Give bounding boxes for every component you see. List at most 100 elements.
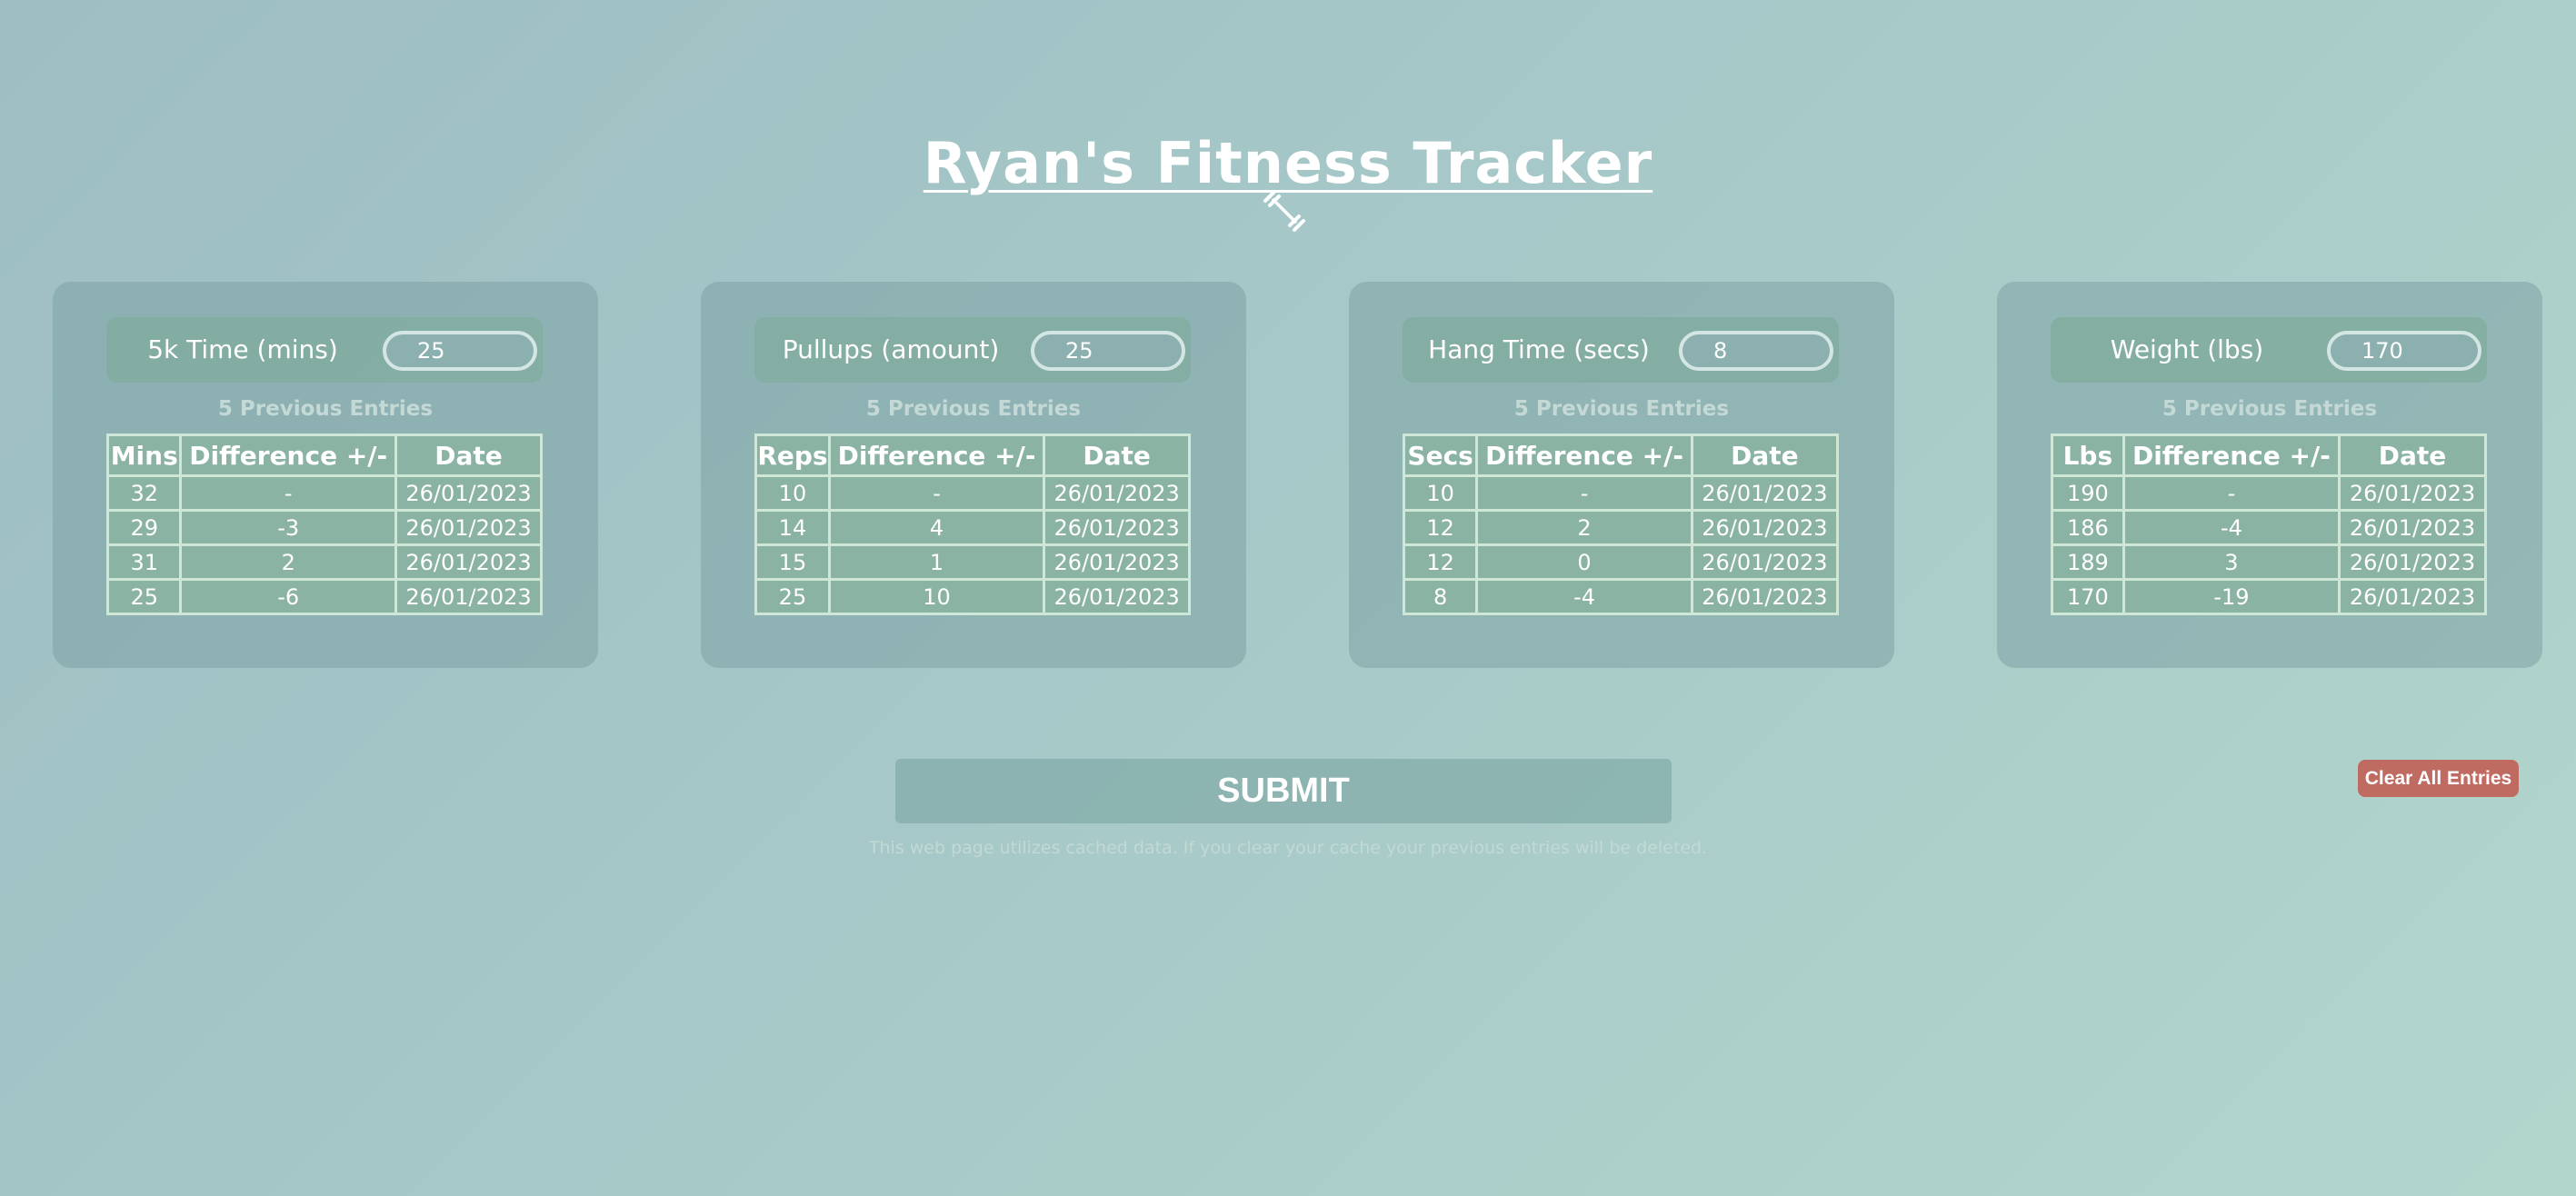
table-cell: 4 (827, 509, 1046, 546)
table-cell: 3 (2122, 543, 2341, 581)
table-row: 29 -3 26/01/2023 (105, 509, 544, 546)
table-cell: 8 (1402, 578, 1479, 615)
table-row: 15 1 26/01/2023 (754, 543, 1191, 581)
table-cell: 12 (1402, 509, 1479, 546)
table-cell: 15 (754, 543, 831, 581)
page-title: Ryan's Fitness Tracker (923, 129, 1653, 196)
table-cell: 32 (105, 474, 183, 512)
table-cell: 26/01/2023 (394, 509, 544, 546)
table-row: 32 - 26/01/2023 (105, 474, 544, 512)
table-cell: 26/01/2023 (1043, 578, 1191, 615)
table-cell: 26/01/2023 (1690, 509, 1840, 546)
table-cell: 26/01/2023 (2338, 474, 2487, 512)
table-cell: 14 (754, 509, 831, 546)
table-row: 189 3 26/01/2023 (2051, 543, 2487, 581)
table-cell: 29 (105, 509, 183, 546)
column-header: Lbs (2051, 434, 2125, 477)
input-row: Hang Time (secs) (1403, 317, 1839, 383)
table-cell: 186 (2051, 509, 2125, 546)
table-cell: 26/01/2023 (1043, 474, 1191, 512)
column-header: Difference +/- (827, 434, 1046, 477)
column-header: Mins (105, 434, 183, 477)
table-cell: -4 (2122, 509, 2341, 546)
table-cell: 190 (2051, 474, 2125, 512)
table-cell: 10 (754, 474, 831, 512)
table-cell: 26/01/2023 (1690, 578, 1840, 615)
input-row: Weight (lbs) (2051, 317, 2487, 383)
column-header: Date (2338, 434, 2487, 477)
table-cell: 26/01/2023 (394, 578, 544, 615)
card-pullups: Pullups (amount) 5 Previous Entries Reps… (701, 282, 1246, 668)
table-cell: -4 (1475, 578, 1693, 615)
input-label: Pullups (amount) (782, 334, 1000, 364)
table-row: 25 -6 26/01/2023 (105, 578, 544, 615)
column-header: Secs (1402, 434, 1479, 477)
table-cell: 0 (1475, 543, 1693, 581)
column-header: Date (1690, 434, 1840, 477)
table-cell: 1 (827, 543, 1046, 581)
dumbbell-icon (1263, 190, 1305, 232)
table-row: 12 2 26/01/2023 (1402, 509, 1840, 546)
input-label: Hang Time (secs) (1428, 334, 1650, 364)
table-cell: 170 (2051, 578, 2125, 615)
pullups-input[interactable] (1031, 331, 1185, 371)
table-cell: 2 (179, 543, 397, 581)
table-header-row: Secs Difference +/- Date (1402, 434, 1840, 477)
table-cell: - (827, 474, 1046, 512)
table-cell: 26/01/2023 (1043, 543, 1191, 581)
column-header: Date (1043, 434, 1191, 477)
table-row: 31 2 26/01/2023 (105, 543, 544, 581)
table-cell: 26/01/2023 (2338, 509, 2487, 546)
input-label: Weight (lbs) (2110, 334, 2264, 364)
table-cell: 10 (1402, 474, 1479, 512)
table-row: 14 4 26/01/2023 (754, 509, 1191, 546)
table-cell: - (179, 474, 397, 512)
table-cell: 12 (1402, 543, 1479, 581)
card-5k-time: 5k Time (mins) 5 Previous Entries Mins D… (53, 282, 598, 668)
5k-time-input[interactable] (383, 331, 537, 371)
table-row: 8 -4 26/01/2023 (1402, 578, 1840, 615)
table-cell: 25 (754, 578, 831, 615)
table-cell: 25 (105, 578, 183, 615)
table-cell: 2 (1475, 509, 1693, 546)
table-cell: - (1475, 474, 1693, 512)
card-weight: Weight (lbs) 5 Previous Entries Lbs Diff… (1997, 282, 2542, 668)
table-row: 12 0 26/01/2023 (1402, 543, 1840, 581)
table-row: 190 - 26/01/2023 (2051, 474, 2487, 512)
table-cell: 10 (827, 578, 1046, 615)
table-row: 170 -19 26/01/2023 (2051, 578, 2487, 615)
table-cell: 26/01/2023 (394, 543, 544, 581)
column-header: Difference +/- (2122, 434, 2341, 477)
column-header: Difference +/- (1475, 434, 1693, 477)
table-cell: 26/01/2023 (2338, 578, 2487, 615)
entries-table: Lbs Difference +/- Date 190 - 26/01/2023… (2051, 434, 2487, 615)
table-header-row: Reps Difference +/- Date (754, 434, 1191, 477)
table-cell: 26/01/2023 (1690, 474, 1840, 512)
previous-entries-heading: 5 Previous Entries (2162, 397, 2378, 421)
table-row: 10 - 26/01/2023 (1402, 474, 1840, 512)
input-row: Pullups (amount) (754, 317, 1191, 383)
table-cell: 189 (2051, 543, 2125, 581)
column-header: Reps (754, 434, 831, 477)
submit-button[interactable]: SUBMIT (895, 759, 1672, 823)
table-cell: -6 (179, 578, 397, 615)
previous-entries-heading: 5 Previous Entries (865, 397, 1082, 421)
entries-table: Mins Difference +/- Date 32 - 26/01/2023… (105, 434, 544, 615)
weight-input[interactable] (2327, 331, 2481, 371)
cache-note: This web page utilizes cached data. If y… (868, 838, 1708, 858)
table-cell: 26/01/2023 (1690, 543, 1840, 581)
table-header-row: Mins Difference +/- Date (105, 434, 544, 477)
entries-table: Secs Difference +/- Date 10 - 26/01/2023… (1402, 434, 1840, 615)
previous-entries-heading: 5 Previous Entries (1513, 397, 1730, 421)
table-header-row: Lbs Difference +/- Date (2051, 434, 2487, 477)
table-row: 10 - 26/01/2023 (754, 474, 1191, 512)
previous-entries-heading: 5 Previous Entries (217, 397, 434, 421)
table-cell: 26/01/2023 (2338, 543, 2487, 581)
entries-table: Reps Difference +/- Date 10 - 26/01/2023… (754, 434, 1191, 615)
card-hang-time: Hang Time (secs) 5 Previous Entries Secs… (1349, 282, 1894, 668)
table-cell: -19 (2122, 578, 2341, 615)
hang-time-input[interactable] (1679, 331, 1833, 371)
table-row: 186 -4 26/01/2023 (2051, 509, 2487, 546)
clear-all-entries-button[interactable]: Clear All Entries (2358, 760, 2519, 797)
input-label: 5k Time (mins) (147, 334, 338, 364)
